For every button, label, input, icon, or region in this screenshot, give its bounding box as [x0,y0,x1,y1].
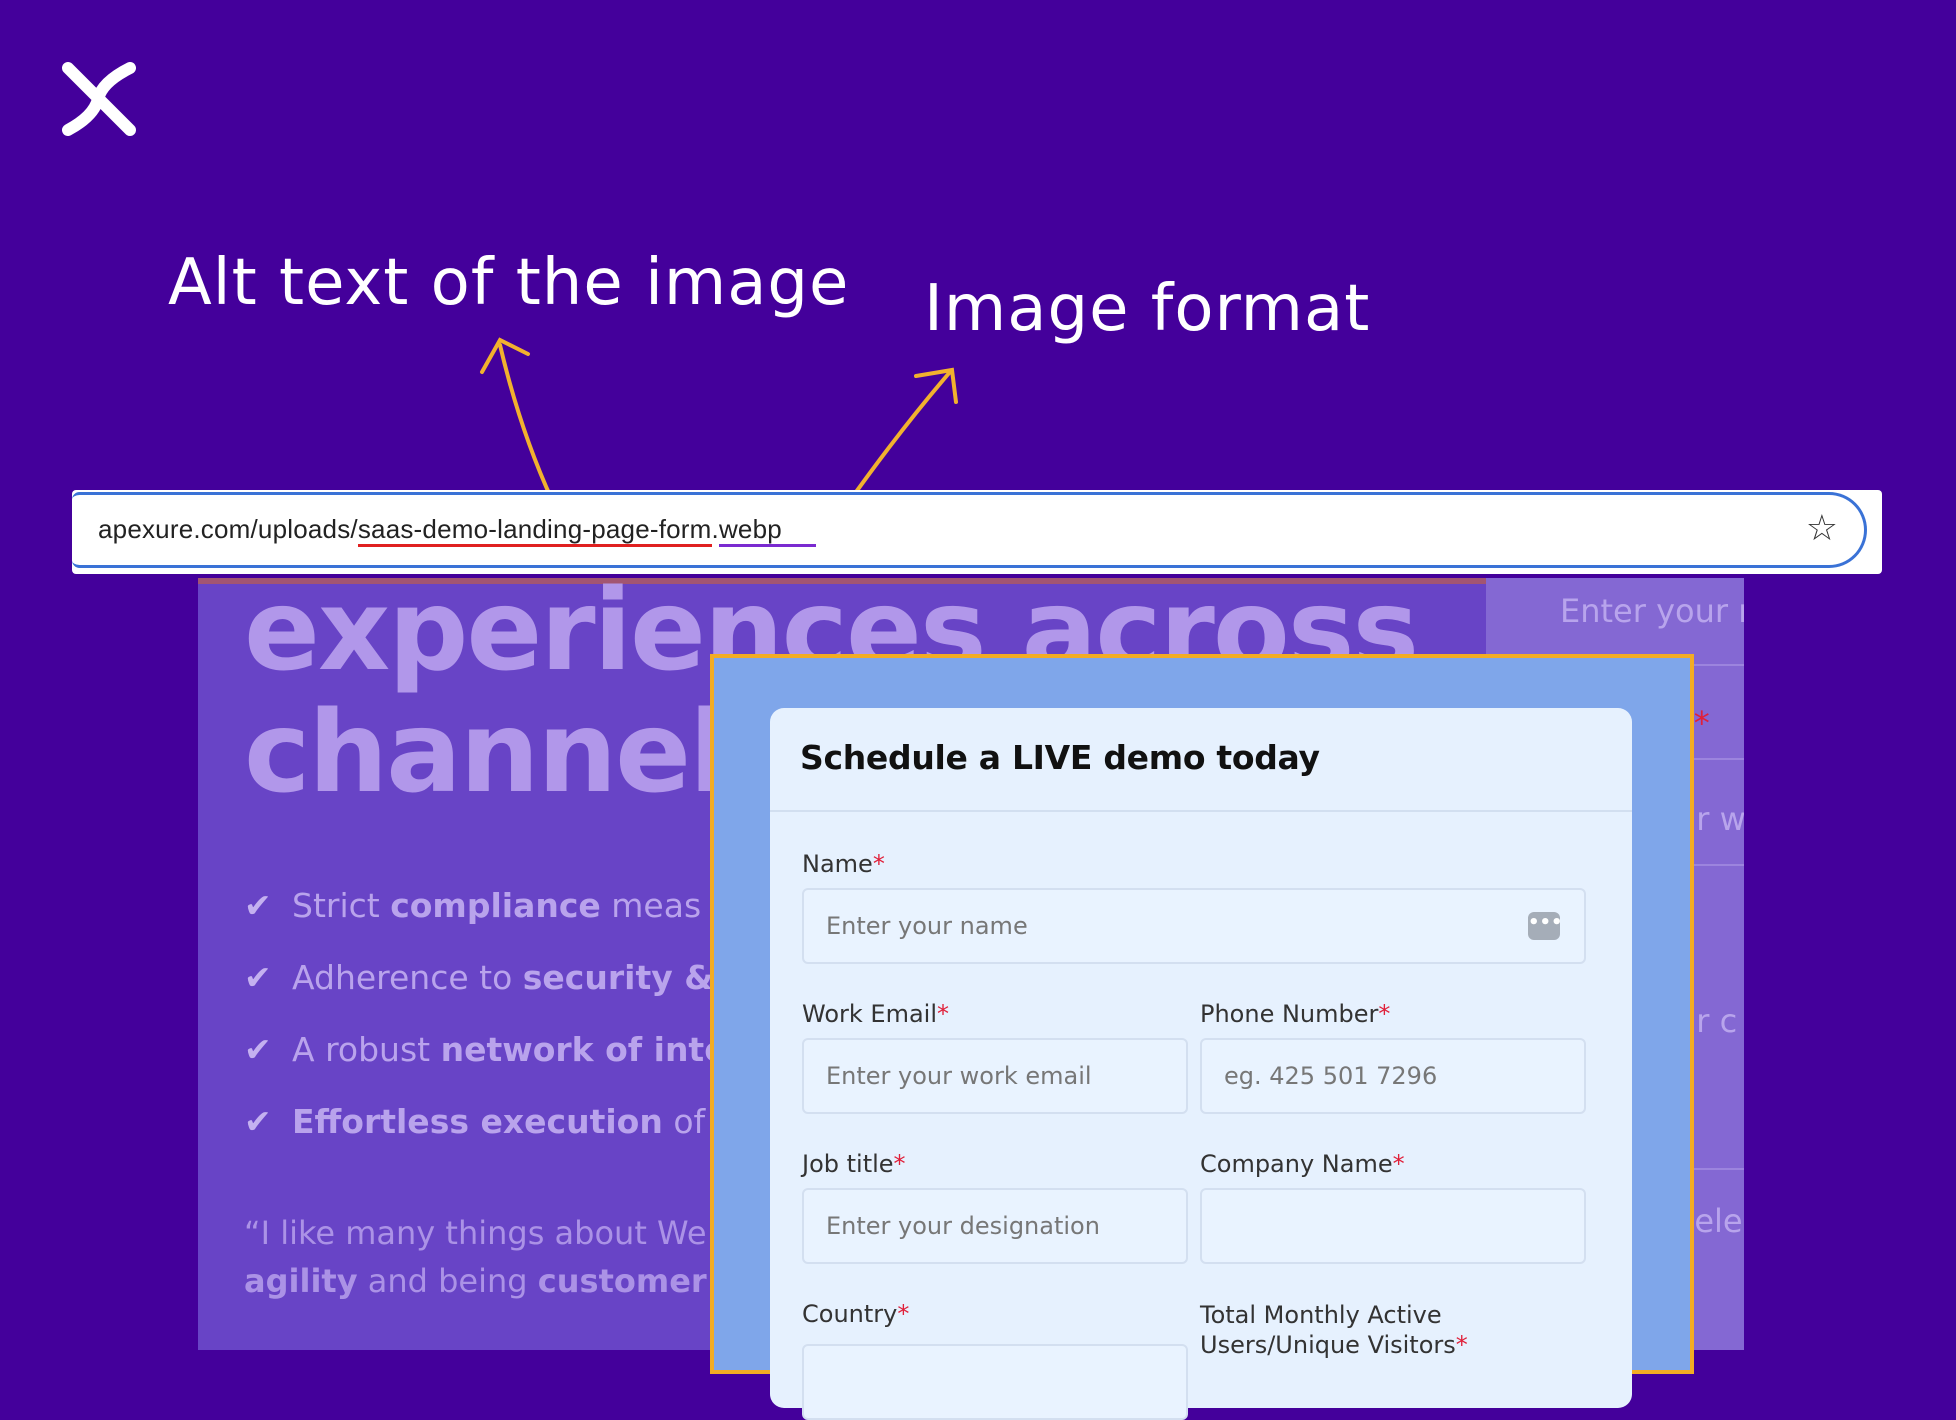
url-format-segment: webp [718,514,816,547]
url-text[interactable]: apexure.com/uploads/saas-demo-landing-pa… [98,514,816,547]
visitors-label: Total Monthly Active Users/Unique Visitor… [1200,1301,1468,1359]
phone-label: Phone Number* [1200,1000,1391,1028]
brand-logo [62,62,136,136]
check-icon: ✔ [244,958,272,997]
format-arrow [844,367,958,508]
star-icon[interactable]: ☆ [1806,508,1838,549]
company-name-input[interactable] [1200,1188,1586,1264]
demo-form-card: Schedule a LIVE demo today Name* Enter y… [770,708,1632,1420]
bullet-item: ✔ Effortless execution of p [244,1102,737,1141]
password-manager-dots-icon[interactable]: ••• [1528,912,1563,940]
name-input[interactable]: Enter your name ••• [802,888,1586,964]
country-select[interactable] [802,1344,1188,1420]
work-email-input[interactable]: Enter your work email [802,1038,1188,1114]
country-label: Country* [802,1300,910,1328]
bullet-item: ✔ Strict compliance meas [244,886,702,925]
bullet-item: ✔ A robust network of inte [244,1030,727,1069]
image-format-annotation: Image format [924,272,1371,346]
form-title: Schedule a LIVE demo today [800,738,1320,777]
form-divider [770,810,1632,812]
phone-input[interactable]: eg. 425 501 7296 [1200,1038,1586,1114]
job-title-label: Job title* [802,1150,906,1178]
alt-text-arrow [480,337,554,502]
bullet-item: ✔ Adherence to security & [244,958,713,997]
bg-name-placeholder: Enter your n [1560,592,1744,630]
check-icon: ✔ [244,1102,272,1141]
check-icon: ✔ [244,886,272,925]
hero-heading-line2: channels [244,688,792,818]
name-label: Name* [802,850,885,878]
company-name-label: Company Name* [1200,1150,1405,1178]
browser-address-bar[interactable]: apexure.com/uploads/saas-demo-landing-pa… [72,490,1882,574]
testimonial-line2: agility and being customer [244,1262,707,1300]
demo-form-frame: Schedule a LIVE demo today Name* Enter y… [710,654,1694,1420]
check-icon: ✔ [244,1030,272,1069]
alt-text-annotation: Alt text of the image [168,246,850,320]
work-email-label: Work Email* [802,1000,949,1028]
testimonial-line1: “I like many things about We [244,1214,707,1252]
job-title-input[interactable]: Enter your designation [802,1188,1188,1264]
url-alt-text-segment: saas-demo-landing-page-form [357,514,712,547]
